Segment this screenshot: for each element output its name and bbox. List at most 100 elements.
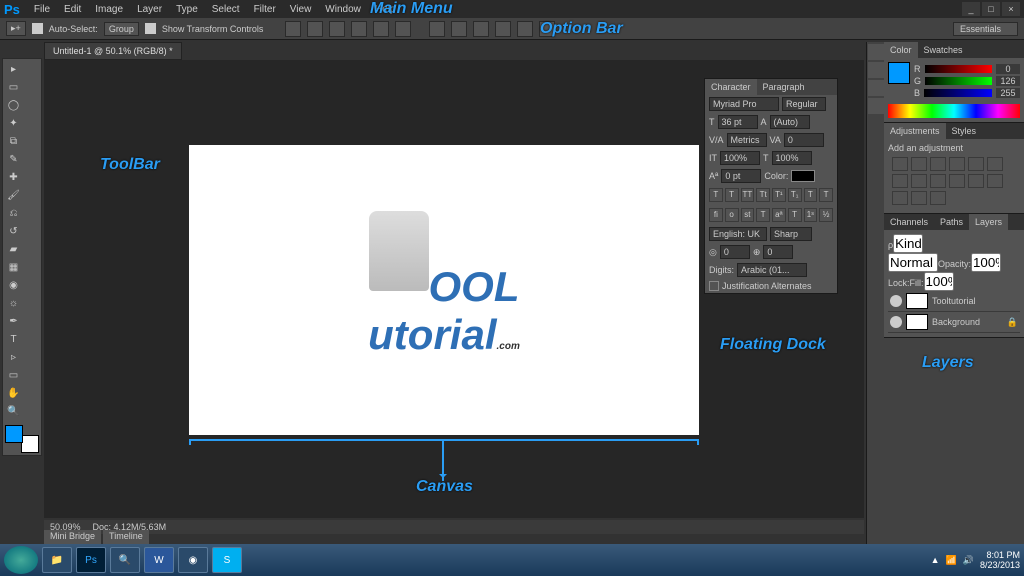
menu-select[interactable]: Select [206, 2, 246, 17]
eraser-tool[interactable]: ▰ [5, 241, 22, 258]
adj-lookup-icon[interactable] [949, 174, 965, 188]
workspace-selector[interactable]: Essentials [953, 22, 1018, 36]
tab-timeline[interactable]: Timeline [103, 530, 149, 544]
taskbar-photoshop-icon[interactable]: Ps [76, 547, 106, 573]
smallcaps-icon[interactable]: Tt [756, 188, 770, 202]
healing-tool[interactable]: ✚ [5, 169, 22, 186]
foreground-color[interactable] [5, 425, 23, 443]
tab-mini-bridge[interactable]: Mini Bridge [44, 530, 101, 544]
tab-channels[interactable]: Channels [884, 214, 934, 230]
close-button[interactable]: × [1002, 2, 1020, 16]
tray-network-icon[interactable]: 📶 [946, 555, 957, 566]
adj-invert-icon[interactable] [968, 174, 984, 188]
taskbar-word-icon[interactable]: W [144, 547, 174, 573]
align-center-v-icon[interactable] [373, 21, 389, 37]
start-button[interactable] [4, 546, 38, 574]
titling-icon[interactable]: T [756, 208, 770, 222]
align-bottom-icon[interactable] [395, 21, 411, 37]
tab-color[interactable]: Color [884, 42, 918, 58]
menu-edit[interactable]: Edit [58, 2, 87, 17]
menu-window[interactable]: Window [319, 2, 367, 17]
taskbar-chrome-icon[interactable]: ◉ [178, 547, 208, 573]
layer-row[interactable]: Background🔒 [888, 312, 1020, 333]
document-tab[interactable]: Untitled-1 @ 50.1% (RGB/8) * [44, 42, 182, 60]
adj-bw-icon[interactable] [892, 174, 908, 188]
tray-flag-icon[interactable]: ▲ [931, 555, 940, 565]
allcaps-icon[interactable]: TT [741, 188, 755, 202]
menu-file[interactable]: File [28, 2, 56, 17]
half-icon[interactable]: ½ [819, 208, 833, 222]
auto-select-mode[interactable]: Group [104, 22, 139, 36]
marquee-tool[interactable]: ▭ [5, 79, 22, 96]
font-size[interactable] [718, 115, 758, 129]
brush-tool[interactable]: 🖌 [5, 187, 22, 204]
dodge-tool[interactable]: ☼ [5, 295, 22, 312]
strike-icon[interactable]: T [819, 188, 833, 202]
taskbar-snagit-icon[interactable]: 🔍 [110, 547, 140, 573]
crop-tool[interactable]: ⧉ [5, 133, 22, 150]
adj-poster-icon[interactable] [987, 174, 1003, 188]
move-tool[interactable]: ▸ [5, 61, 22, 78]
wand-tool[interactable]: ✦ [5, 115, 22, 132]
fractions-icon[interactable]: T [788, 208, 802, 222]
v-scale[interactable] [720, 151, 760, 165]
metrics[interactable] [727, 133, 767, 147]
lasso-tool[interactable]: ◯ [5, 97, 22, 114]
color-swatches[interactable] [5, 425, 39, 453]
italic-icon[interactable]: T [725, 188, 739, 202]
tab-adjustments[interactable]: Adjustments [884, 123, 946, 139]
align-center-h-icon[interactable] [307, 21, 323, 37]
g-slider[interactable] [925, 77, 992, 85]
spectrum-bar[interactable] [888, 104, 1020, 118]
strip-info-icon[interactable] [868, 80, 884, 96]
strip-actions-icon[interactable] [868, 98, 884, 114]
opacity[interactable] [971, 253, 1001, 272]
tray-volume-icon[interactable]: 🔊 [963, 555, 974, 566]
ligature-icon[interactable]: fi [709, 208, 723, 222]
distribute-top-icon[interactable] [495, 21, 511, 37]
anti-alias[interactable] [770, 227, 812, 241]
rotation[interactable] [720, 245, 750, 259]
justification-checkbox[interactable] [709, 281, 719, 291]
layer-filter[interactable] [893, 234, 923, 253]
stylistic-icon[interactable]: st [741, 208, 755, 222]
menu-filter[interactable]: Filter [248, 2, 282, 17]
adj-curves-icon[interactable] [930, 157, 946, 171]
strip-properties-icon[interactable] [868, 62, 884, 78]
font-family[interactable] [709, 97, 779, 111]
distribute-right-icon[interactable] [473, 21, 489, 37]
language[interactable] [709, 227, 767, 241]
menu-image[interactable]: Image [89, 2, 129, 17]
adj-threshold-icon[interactable] [892, 191, 908, 205]
oldstyle-icon[interactable]: o [725, 208, 739, 222]
bold-icon[interactable]: T [709, 188, 723, 202]
blend-mode[interactable] [888, 253, 938, 272]
adj-mixer-icon[interactable] [930, 174, 946, 188]
move-tool-icon[interactable]: ▸+ [6, 21, 26, 36]
menu-type[interactable]: Type [170, 2, 204, 17]
adj-gradient-icon[interactable] [911, 191, 927, 205]
tab-styles[interactable]: Styles [946, 123, 983, 139]
tab-paragraph[interactable]: Paragraph [757, 79, 811, 95]
blur-tool[interactable]: ◉ [5, 277, 22, 294]
underline-icon[interactable]: T [804, 188, 818, 202]
eyedropper-tool[interactable]: ✎ [5, 151, 22, 168]
adj-exposure-icon[interactable] [949, 157, 965, 171]
visibility-icon[interactable] [890, 295, 902, 307]
adj-selective-icon[interactable] [930, 191, 946, 205]
first-icon[interactable]: 1ˢ [804, 208, 818, 222]
menu-view[interactable]: View [284, 2, 318, 17]
align-top-icon[interactable] [351, 21, 367, 37]
canvas[interactable]: OOL utorial.com [189, 145, 699, 435]
tab-paths[interactable]: Paths [934, 214, 969, 230]
shape-tool[interactable]: ▭ [5, 367, 22, 384]
b-slider[interactable] [924, 89, 992, 97]
fill[interactable] [924, 272, 954, 291]
distribute-h-icon[interactable] [451, 21, 467, 37]
font-style[interactable] [782, 97, 826, 111]
adj-photo-icon[interactable] [911, 174, 927, 188]
ordinals-icon[interactable]: aª [772, 208, 786, 222]
stamp-tool[interactable]: ⎌ [5, 205, 22, 222]
layer-row[interactable]: Tooltutorial [888, 291, 1020, 312]
baseline[interactable] [721, 169, 761, 183]
